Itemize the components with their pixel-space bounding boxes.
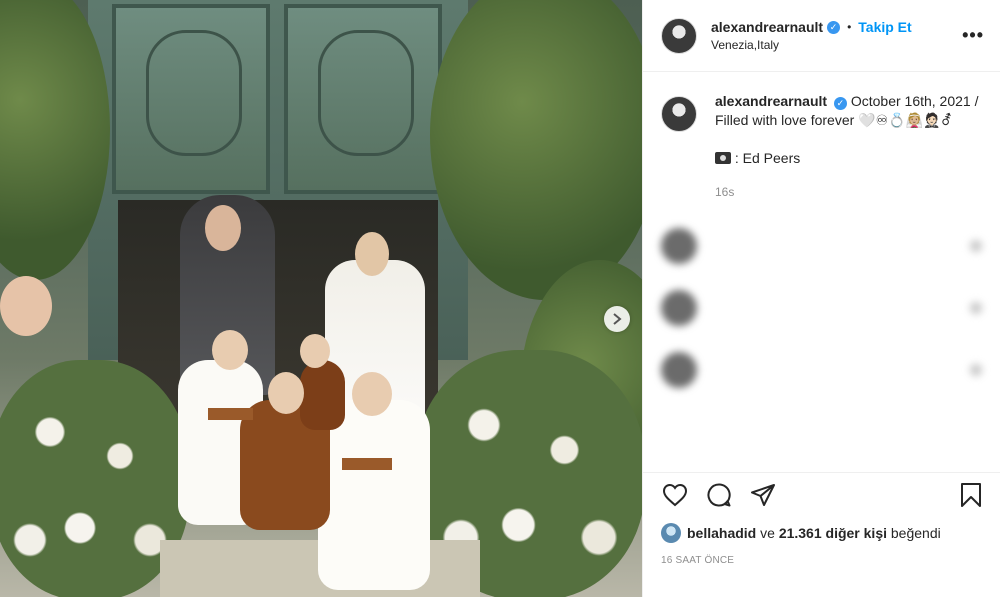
- post-timestamp[interactable]: 16 SAAT ÖNCE: [661, 555, 985, 566]
- caption-body: alexandrearnault ✓ October 16th, 2021 / …: [715, 92, 982, 202]
- header-user-row: alexandrearnault ✓ • Takip Et: [711, 19, 962, 35]
- like-button[interactable]: [661, 481, 689, 509]
- chevron-right-icon: [613, 313, 622, 325]
- caption-username[interactable]: alexandrearnault: [715, 93, 827, 109]
- comment-icon: [707, 483, 731, 507]
- sash-right: [342, 458, 392, 470]
- share-icon: [751, 484, 775, 506]
- comment-like-icon[interactable]: [970, 240, 982, 252]
- comment-like-icon[interactable]: [970, 302, 982, 314]
- comment-like-icon[interactable]: [970, 364, 982, 376]
- waving-hand: [0, 276, 52, 336]
- carousel-next-button[interactable]: [604, 306, 630, 332]
- child-head: [352, 372, 392, 416]
- child-head: [300, 334, 330, 368]
- bride-head: [355, 232, 389, 276]
- groom-head: [205, 205, 241, 251]
- comment-item: [661, 352, 982, 388]
- verified-badge-icon: ✓: [833, 97, 847, 110]
- comment-item: [661, 290, 982, 326]
- commenter-avatar[interactable]: [661, 352, 697, 388]
- author-avatar[interactable]: [661, 17, 697, 54]
- likes-suffix: beğendi: [890, 525, 941, 541]
- bookmark-icon: [961, 483, 981, 507]
- liker-avatar[interactable]: [661, 523, 681, 543]
- sash-left: [208, 408, 253, 420]
- follow-button[interactable]: Takip Et: [858, 19, 911, 35]
- likes-count[interactable]: 21.361 diğer kişi: [779, 525, 887, 541]
- post-header: alexandrearnault ✓ • Takip Et Venezia,It…: [643, 0, 1000, 72]
- door-panel-right: [284, 4, 442, 194]
- camera-icon: [715, 152, 731, 164]
- post-side-panel: alexandrearnault ✓ • Takip Et Venezia,It…: [642, 0, 1000, 597]
- photo-credit-text: : Ed Peers: [734, 150, 801, 166]
- likes-summary: bellahadid ve 21.361 diğer kişi beğendi: [661, 523, 985, 543]
- child-head: [212, 330, 248, 370]
- comment-body: [715, 366, 962, 374]
- post-location[interactable]: Venezia,Italy: [711, 38, 962, 52]
- separator-dot: •: [847, 20, 852, 34]
- author-username[interactable]: alexandrearnault: [711, 19, 823, 35]
- verified-badge-icon: ✓: [827, 20, 841, 34]
- likes-connector: ve: [760, 525, 775, 541]
- post-actions: bellahadid ve 21.361 diğer kişi beğendi …: [643, 472, 1000, 566]
- comment-body: [715, 304, 962, 312]
- commenter-avatar[interactable]: [661, 228, 697, 264]
- action-icons-row: [661, 475, 985, 515]
- header-text: alexandrearnault ✓ • Takip Et Venezia,It…: [711, 19, 962, 52]
- more-options-icon[interactable]: •••: [962, 25, 984, 46]
- photo-credit: : Ed Peers: [715, 149, 982, 168]
- post-photo[interactable]: [0, 0, 642, 597]
- caption-avatar[interactable]: [661, 96, 697, 132]
- page-boy-back: [300, 360, 345, 430]
- save-button[interactable]: [957, 481, 985, 509]
- heart-icon: [662, 483, 688, 507]
- caption: alexandrearnault ✓ October 16th, 2021 / …: [661, 92, 982, 202]
- caption-time: 16s: [715, 185, 735, 199]
- comments-area: alexandrearnault ✓ October 16th, 2021 / …: [643, 72, 1000, 432]
- share-button[interactable]: [749, 481, 777, 509]
- child-head: [268, 372, 304, 414]
- door-panel-left: [112, 4, 270, 194]
- comment-body: [715, 242, 962, 250]
- liker-username[interactable]: bellahadid: [687, 525, 756, 541]
- commenter-avatar[interactable]: [661, 290, 697, 326]
- comment-item: [661, 228, 982, 264]
- comment-button[interactable]: [705, 481, 733, 509]
